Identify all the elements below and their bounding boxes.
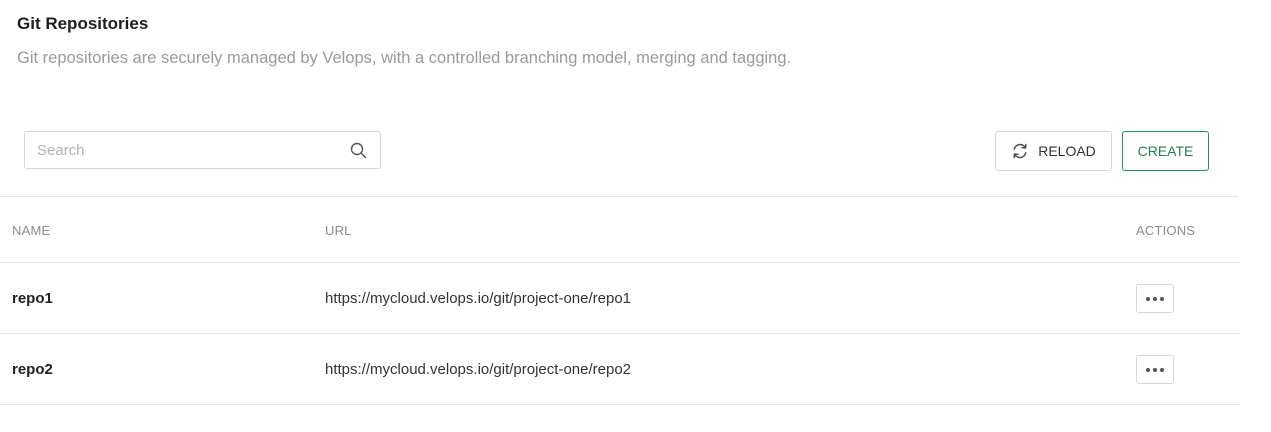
column-header-name: NAME (12, 223, 51, 238)
search-icon[interactable] (350, 142, 367, 159)
repo-url: https://mycloud.velops.io/git/project-on… (325, 361, 631, 378)
row-divider (0, 404, 1240, 405)
create-button[interactable]: CREATE (1122, 131, 1209, 171)
search-input[interactable] (37, 132, 337, 168)
repo-name: repo2 (12, 361, 53, 378)
row-actions-button[interactable] (1136, 284, 1174, 313)
repo-name: repo1 (12, 290, 53, 307)
header-divider (0, 262, 1240, 263)
search-field[interactable] (24, 131, 381, 169)
column-header-url: URL (325, 223, 352, 238)
toolbar-divider (0, 196, 1238, 197)
more-horizontal-icon (1146, 367, 1164, 372)
more-horizontal-icon (1146, 296, 1164, 301)
reload-button-label: RELOAD (1038, 143, 1096, 159)
row-actions-button[interactable] (1136, 355, 1174, 384)
repo-url: https://mycloud.velops.io/git/project-on… (325, 290, 631, 307)
refresh-icon (1013, 143, 1027, 159)
page-title: Git Repositories (17, 14, 149, 33)
row-divider (0, 333, 1240, 334)
reload-button[interactable]: RELOAD (995, 131, 1112, 171)
column-header-actions: ACTIONS (1136, 223, 1196, 238)
page-description: Git repositories are securely managed by… (17, 49, 792, 67)
create-button-label: CREATE (1137, 143, 1194, 159)
